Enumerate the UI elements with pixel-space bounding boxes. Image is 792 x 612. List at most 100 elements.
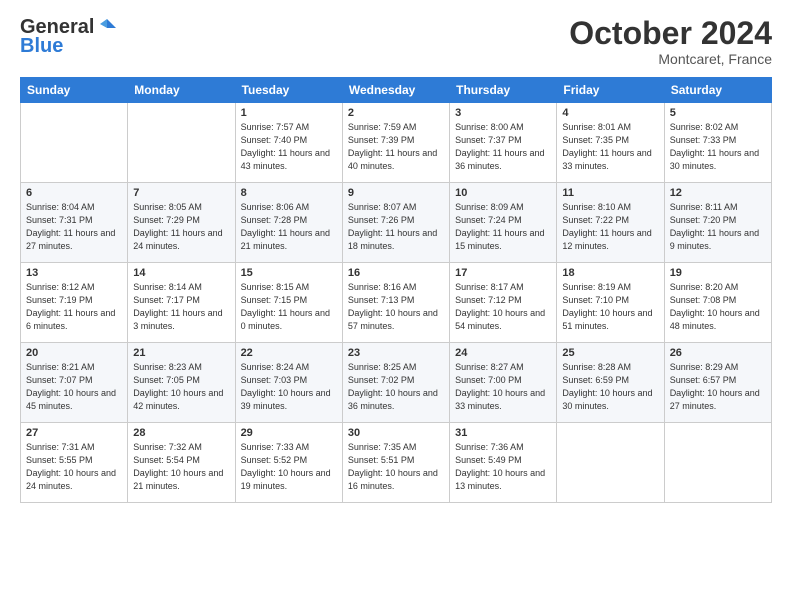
calendar-cell bbox=[21, 103, 128, 183]
day-number: 14 bbox=[133, 267, 229, 279]
logo-icon bbox=[96, 17, 118, 39]
title-section: October 2024 Montcaret, France bbox=[569, 16, 772, 67]
calendar-cell: 21 Sunrise: 8:23 AM Sunset: 7:05 PM Dayli… bbox=[128, 343, 235, 423]
day-number: 25 bbox=[562, 347, 658, 359]
day-number: 16 bbox=[348, 267, 444, 279]
day-number: 7 bbox=[133, 187, 229, 199]
calendar-cell: 30 Sunrise: 7:35 AM Sunset: 5:51 PM Dayli… bbox=[342, 423, 449, 503]
calendar-cell: 16 Sunrise: 8:16 AM Sunset: 7:13 PM Dayli… bbox=[342, 263, 449, 343]
calendar-cell: 4Sunrise: 8:01 AM Sunset: 7:35 PM Daylig… bbox=[557, 103, 664, 183]
calendar-cell: 28 Sunrise: 7:32 AM Sunset: 5:54 PM Dayli… bbox=[128, 423, 235, 503]
day-info: Sunrise: 8:21 AM Sunset: 7:07 PM Dayligh… bbox=[26, 361, 122, 413]
day-number: 9 bbox=[348, 187, 444, 199]
calendar-cell: 10 Sunrise: 8:09 AM Sunset: 7:24 PM Dayli… bbox=[450, 183, 557, 263]
day-number: 3 bbox=[455, 107, 551, 119]
calendar-cell: 7 Sunrise: 8:05 AM Sunset: 7:29 PM Daylig… bbox=[128, 183, 235, 263]
day-info: Sunrise: 7:57 AM Sunset: 7:40 PM Dayligh… bbox=[241, 121, 337, 173]
calendar-cell: 26 Sunrise: 8:29 AM Sunset: 6:57 PM Dayli… bbox=[664, 343, 771, 423]
col-monday: Monday bbox=[128, 78, 235, 103]
calendar-cell: 17 Sunrise: 8:17 AM Sunset: 7:12 PM Dayli… bbox=[450, 263, 557, 343]
day-number: 8 bbox=[241, 187, 337, 199]
calendar-cell: 2 Sunrise: 7:59 AM Sunset: 7:39 PM Daylig… bbox=[342, 103, 449, 183]
day-info: Sunrise: 8:14 AM Sunset: 7:17 PM Dayligh… bbox=[133, 281, 229, 333]
col-friday: Friday bbox=[557, 78, 664, 103]
day-number: 27 bbox=[26, 427, 122, 439]
logo: General Blue bbox=[20, 16, 118, 58]
calendar-cell: 12 Sunrise: 8:11 AM Sunset: 7:20 PM Dayli… bbox=[664, 183, 771, 263]
col-tuesday: Tuesday bbox=[235, 78, 342, 103]
calendar-cell: 11 Sunrise: 8:10 AM Sunset: 7:22 PM Dayli… bbox=[557, 183, 664, 263]
week-row-4: 20 Sunrise: 8:21 AM Sunset: 7:07 PM Dayli… bbox=[21, 343, 772, 423]
day-number: 26 bbox=[670, 347, 766, 359]
day-info: Sunrise: 8:23 AM Sunset: 7:05 PM Dayligh… bbox=[133, 361, 229, 413]
calendar-cell: 29Sunrise: 7:33 AM Sunset: 5:52 PM Dayli… bbox=[235, 423, 342, 503]
calendar-cell bbox=[128, 103, 235, 183]
day-info: Sunrise: 8:28 AM Sunset: 6:59 PM Dayligh… bbox=[562, 361, 658, 413]
day-number: 15 bbox=[241, 267, 337, 279]
day-number: 6 bbox=[26, 187, 122, 199]
day-info: Sunrise: 8:09 AM Sunset: 7:24 PM Dayligh… bbox=[455, 201, 551, 253]
day-number: 5 bbox=[670, 107, 766, 119]
day-info: Sunrise: 8:02 AM Sunset: 7:33 PM Dayligh… bbox=[670, 121, 766, 173]
day-number: 10 bbox=[455, 187, 551, 199]
calendar-cell: 1Sunrise: 7:57 AM Sunset: 7:40 PM Daylig… bbox=[235, 103, 342, 183]
calendar-cell: 19 Sunrise: 8:20 AM Sunset: 7:08 PM Dayli… bbox=[664, 263, 771, 343]
day-number: 19 bbox=[670, 267, 766, 279]
day-info: Sunrise: 8:19 AM Sunset: 7:10 PM Dayligh… bbox=[562, 281, 658, 333]
day-info: Sunrise: 8:16 AM Sunset: 7:13 PM Dayligh… bbox=[348, 281, 444, 333]
calendar-cell: 25 Sunrise: 8:28 AM Sunset: 6:59 PM Dayli… bbox=[557, 343, 664, 423]
day-number: 20 bbox=[26, 347, 122, 359]
week-row-3: 13Sunrise: 8:12 AM Sunset: 7:19 PM Dayli… bbox=[21, 263, 772, 343]
calendar-cell: 31Sunrise: 7:36 AM Sunset: 5:49 PM Dayli… bbox=[450, 423, 557, 503]
day-number: 13 bbox=[26, 267, 122, 279]
day-info: Sunrise: 8:07 AM Sunset: 7:26 PM Dayligh… bbox=[348, 201, 444, 253]
logo-blue-text: Blue bbox=[20, 35, 63, 58]
month-title: October 2024 bbox=[569, 16, 772, 51]
header: General Blue October 2024 Montcaret, Fra… bbox=[20, 16, 772, 67]
day-info: Sunrise: 7:59 AM Sunset: 7:39 PM Dayligh… bbox=[348, 121, 444, 173]
week-row-5: 27 Sunrise: 7:31 AM Sunset: 5:55 PM Dayli… bbox=[21, 423, 772, 503]
calendar-cell: 3 Sunrise: 8:00 AM Sunset: 7:37 PM Daylig… bbox=[450, 103, 557, 183]
day-info: Sunrise: 8:29 AM Sunset: 6:57 PM Dayligh… bbox=[670, 361, 766, 413]
calendar-cell bbox=[664, 423, 771, 503]
day-info: Sunrise: 8:15 AM Sunset: 7:15 PM Dayligh… bbox=[241, 281, 337, 333]
day-number: 17 bbox=[455, 267, 551, 279]
calendar-cell: 22 Sunrise: 8:24 AM Sunset: 7:03 PM Dayli… bbox=[235, 343, 342, 423]
day-info: Sunrise: 7:36 AM Sunset: 5:49 PM Dayligh… bbox=[455, 441, 551, 493]
day-number: 21 bbox=[133, 347, 229, 359]
calendar-cell: 13Sunrise: 8:12 AM Sunset: 7:19 PM Dayli… bbox=[21, 263, 128, 343]
calendar-cell: 20 Sunrise: 8:21 AM Sunset: 7:07 PM Dayli… bbox=[21, 343, 128, 423]
calendar-cell bbox=[557, 423, 664, 503]
day-number: 24 bbox=[455, 347, 551, 359]
day-info: Sunrise: 8:10 AM Sunset: 7:22 PM Dayligh… bbox=[562, 201, 658, 253]
calendar-cell: 14 Sunrise: 8:14 AM Sunset: 7:17 PM Dayli… bbox=[128, 263, 235, 343]
day-info: Sunrise: 8:24 AM Sunset: 7:03 PM Dayligh… bbox=[241, 361, 337, 413]
calendar-cell: 8 Sunrise: 8:06 AM Sunset: 7:28 PM Daylig… bbox=[235, 183, 342, 263]
day-number: 22 bbox=[241, 347, 337, 359]
calendar-cell: 5 Sunrise: 8:02 AM Sunset: 7:33 PM Daylig… bbox=[664, 103, 771, 183]
day-info: Sunrise: 8:20 AM Sunset: 7:08 PM Dayligh… bbox=[670, 281, 766, 333]
day-number: 18 bbox=[562, 267, 658, 279]
day-info: Sunrise: 7:35 AM Sunset: 5:51 PM Dayligh… bbox=[348, 441, 444, 493]
day-info: Sunrise: 8:00 AM Sunset: 7:37 PM Dayligh… bbox=[455, 121, 551, 173]
col-sunday: Sunday bbox=[21, 78, 128, 103]
day-number: 28 bbox=[133, 427, 229, 439]
location: Montcaret, France bbox=[569, 51, 772, 67]
calendar-cell: 18 Sunrise: 8:19 AM Sunset: 7:10 PM Dayli… bbox=[557, 263, 664, 343]
day-number: 11 bbox=[562, 187, 658, 199]
day-info: Sunrise: 8:11 AM Sunset: 7:20 PM Dayligh… bbox=[670, 201, 766, 253]
calendar-cell: 15 Sunrise: 8:15 AM Sunset: 7:15 PM Dayli… bbox=[235, 263, 342, 343]
day-info: Sunrise: 8:06 AM Sunset: 7:28 PM Dayligh… bbox=[241, 201, 337, 253]
day-number: 30 bbox=[348, 427, 444, 439]
calendar-cell: 27 Sunrise: 7:31 AM Sunset: 5:55 PM Dayli… bbox=[21, 423, 128, 503]
day-number: 12 bbox=[670, 187, 766, 199]
day-info: Sunrise: 8:05 AM Sunset: 7:29 PM Dayligh… bbox=[133, 201, 229, 253]
day-info: Sunrise: 8:17 AM Sunset: 7:12 PM Dayligh… bbox=[455, 281, 551, 333]
col-saturday: Saturday bbox=[664, 78, 771, 103]
calendar-cell: 9 Sunrise: 8:07 AM Sunset: 7:26 PM Daylig… bbox=[342, 183, 449, 263]
day-info: Sunrise: 7:31 AM Sunset: 5:55 PM Dayligh… bbox=[26, 441, 122, 493]
calendar-cell: 6Sunrise: 8:04 AM Sunset: 7:31 PM Daylig… bbox=[21, 183, 128, 263]
day-info: Sunrise: 7:32 AM Sunset: 5:54 PM Dayligh… bbox=[133, 441, 229, 493]
week-row-2: 6Sunrise: 8:04 AM Sunset: 7:31 PM Daylig… bbox=[21, 183, 772, 263]
day-number: 2 bbox=[348, 107, 444, 119]
